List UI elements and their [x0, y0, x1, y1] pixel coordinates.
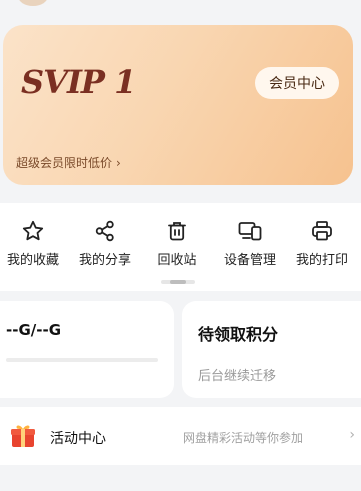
- scroll-indicator-thumb: [170, 280, 186, 284]
- share-icon: [91, 217, 119, 245]
- activity-center-row[interactable]: 活动中心 网盘精彩活动等你参加 ›: [0, 407, 361, 465]
- star-icon: [19, 217, 47, 245]
- tool-label: 设备管理: [223, 253, 276, 268]
- tool-favorites[interactable]: 我的收藏: [0, 217, 69, 268]
- member-center-button[interactable]: 会员中心: [255, 67, 339, 99]
- tool-recycle-bin[interactable]: 回收站: [141, 217, 213, 268]
- tool-print[interactable]: 我的打印: [286, 217, 358, 268]
- storage-card[interactable]: --G/--G: [0, 301, 174, 398]
- points-subtitle: 后台继续迁移: [198, 369, 277, 384]
- tool-label: 我的分享: [78, 253, 131, 268]
- chevron-right-icon: ›: [349, 427, 355, 443]
- tool-label: 回收站: [157, 253, 197, 268]
- points-card[interactable]: 待领取积分 后台继续迁移: [182, 301, 361, 398]
- bottom-spacer: [0, 465, 361, 491]
- tools-scroll-indicator: [161, 280, 195, 284]
- activity-center-title: 活动中心: [50, 431, 106, 447]
- storage-usage-text: --G/--G: [6, 321, 62, 339]
- points-title: 待领取积分: [198, 325, 279, 344]
- devices-icon: [236, 217, 264, 245]
- tool-label: 我的收藏: [6, 253, 59, 268]
- tool-label: 我的打印: [295, 253, 348, 268]
- tools-row: 我的收藏 我的分享 回收站 设备管理 我的打印: [0, 203, 361, 291]
- tool-device-management[interactable]: 设备管理: [214, 217, 286, 268]
- tool-share[interactable]: 我的分享: [69, 217, 141, 268]
- printer-icon: [308, 217, 336, 245]
- chevron-right-icon: ›: [116, 155, 121, 170]
- avatar[interactable]: [18, 0, 48, 6]
- promo-text: 超级会员限时低价: [16, 156, 113, 170]
- storage-progress-bar: [6, 358, 158, 362]
- activity-center-description: 网盘精彩活动等你参加: [183, 431, 304, 445]
- gift-icon: [10, 424, 36, 448]
- promo-link[interactable]: 超级会员限时低价 ›: [16, 154, 121, 171]
- trash-icon: [163, 217, 191, 245]
- svip-level-logo: SVIP 1: [21, 63, 136, 101]
- svip-card[interactable]: SVIP 1 会员中心 超级会员限时低价 ›: [3, 25, 353, 185]
